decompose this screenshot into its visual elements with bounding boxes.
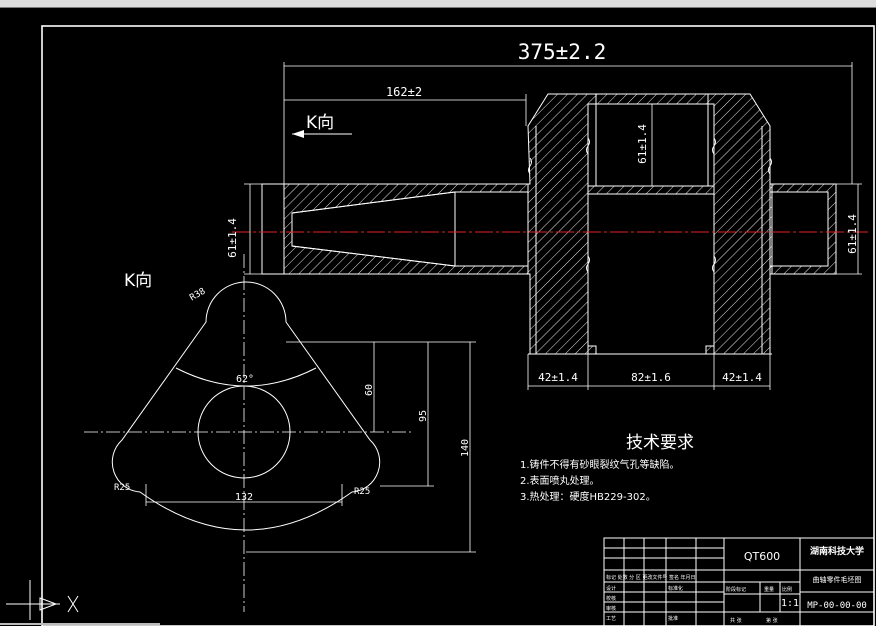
tb-school: 湖南科技大学	[810, 545, 864, 557]
dim-h95: 95	[418, 410, 429, 422]
dim-angle: 62°	[236, 374, 254, 385]
tb-check: 审核	[606, 605, 616, 612]
cad-drawing: 375±2.2 162±2 K向 61±1.4 61±1.4 61±1.4 42…	[0, 25, 875, 626]
crankshaft-section-view	[232, 93, 868, 355]
view-label-k-side: K向	[124, 271, 152, 291]
tech-req-item2: 2.表面喷丸处理。	[520, 474, 600, 487]
tb-approve: 批准	[668, 615, 678, 622]
tb-std: 标准化	[668, 585, 683, 592]
k-view: K向 R38 62° 60 95 140 132 R25 R25	[84, 254, 476, 612]
tb-part-name: 曲轴零件毛坯图	[813, 575, 862, 584]
tech-req-title: 技术要求	[626, 433, 694, 453]
tb-weight: 重量	[764, 586, 774, 593]
dim-seg1: 42±1.4	[538, 371, 578, 384]
dim-w132: 132	[235, 492, 253, 503]
tb-row1: 标记 处数 分 区 更改文件号 签名 年月日	[606, 574, 696, 581]
dim-dia-left: 61±1.4	[226, 218, 239, 258]
drawing-canvas[interactable]: 375±2.2 162±2 K向 61±1.4 61±1.4 61±1.4 42…	[0, 8, 876, 626]
dim-left-length: 162±2	[386, 85, 422, 99]
dim-h140: 140	[460, 439, 471, 457]
dim-r25-left: R25	[114, 483, 130, 493]
tb-review: 校核	[606, 595, 616, 602]
dim-seg3: 42±1.4	[722, 371, 762, 384]
tb-scale: 1:1	[781, 598, 799, 609]
view-label-k-top: K向	[306, 113, 334, 133]
title-block: QT600 湖南科技大学 曲轴零件毛坯图 1:1 MP-00-00-00 标记 …	[603, 537, 875, 626]
dim-h60: 60	[364, 384, 375, 396]
tech-req-item3: 3.热处理：硬度HB229-302。	[520, 490, 656, 503]
dim-r25-right: R25	[354, 487, 370, 497]
tech-req-item1: 1.铸件不得有砂眼裂纹气孔等缺陷。	[520, 458, 680, 471]
dim-dia-center: 61±1.4	[636, 124, 649, 164]
title-bar	[0, 0, 876, 8]
tb-drawing-no: MP-00-00-00	[807, 601, 867, 611]
tb-page: 第 张	[766, 617, 778, 624]
technical-requirements: 技术要求 1.铸件不得有砂眼裂纹气孔等缺陷。 2.表面喷丸处理。 3.热处理：硬…	[520, 433, 694, 503]
tb-material: QT600	[744, 550, 780, 563]
dim-r-top: R38	[188, 287, 207, 304]
tb-craft: 工艺	[606, 616, 616, 622]
tb-design: 设计	[606, 585, 616, 592]
dim-overall-length: 375±2.2	[518, 40, 607, 64]
tb-stage: 阶段标记	[726, 586, 746, 593]
tb-ratio: 比例	[782, 586, 792, 593]
dim-seg2: 82±1.6	[631, 371, 671, 384]
tb-total: 共 张	[730, 617, 742, 624]
dim-dia-right: 61±1.4	[846, 214, 859, 254]
